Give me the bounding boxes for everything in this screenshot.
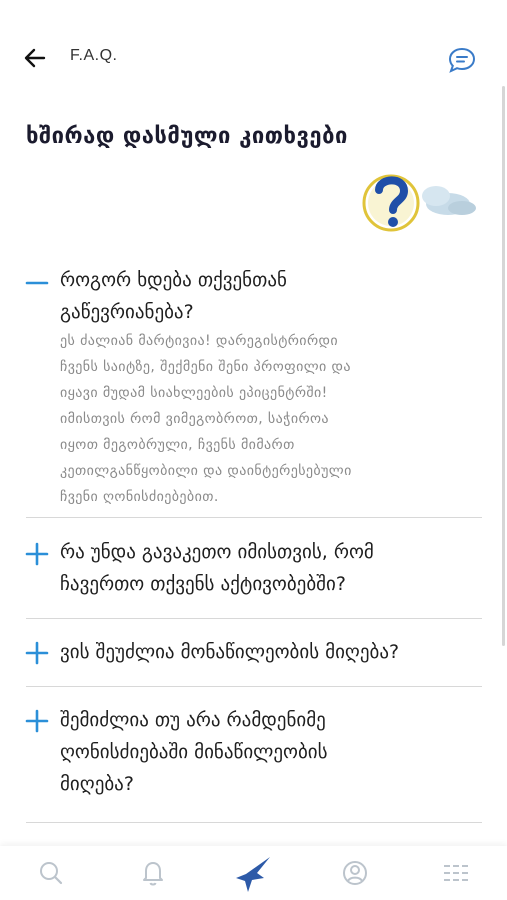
header-title: F.A.Q. xyxy=(70,47,118,64)
faq-answer-line: ჩვენს საიტზე, შექმენი შენი პროფილი და xyxy=(60,359,351,375)
profile-icon xyxy=(343,861,367,885)
back-button[interactable] xyxy=(22,44,50,72)
app-header: F.A.Q. xyxy=(0,0,507,110)
faq-answer-line: იმისთვის რომ ვიმეგობროთ, საჭიროა xyxy=(60,411,329,427)
plus-icon xyxy=(25,641,49,665)
faq-question-line: ვის შეუძლია მონაწილეობის მიღება? xyxy=(60,641,400,663)
plus-icon xyxy=(25,709,49,733)
shooting-star-icon xyxy=(236,857,270,892)
faq-question-line: ღონისძიებაში მინაწილეობის xyxy=(60,741,328,763)
faq-question[interactable]: ვის შეუძლია მონაწილეობის მიღება? xyxy=(60,636,500,668)
faq-question[interactable]: რა უნდა გავაკეთო იმისთვის, რომ ჩავერთო თ… xyxy=(60,536,500,600)
faq-question-line: შემიძლია თუ არა რამდენიმე xyxy=(60,709,326,731)
faq-item: შემიძლია თუ არა რამდენიმე ღონისძიებაში მ… xyxy=(0,704,507,814)
faq-question[interactable]: შემიძლია თუ არა რამდენიმე ღონისძიებაში მ… xyxy=(60,704,500,800)
minus-icon xyxy=(25,281,49,285)
faq-answer-line: ჩვენი ღონისძიებებით. xyxy=(60,489,219,505)
tab-profile[interactable] xyxy=(338,856,372,890)
question-mark-illustration xyxy=(352,160,482,240)
faq-item: როგორ ხდება თქვენთან გაწევრიანება? ეს ძა… xyxy=(0,262,507,512)
faq-item: ვის შეუძლია მონაწილეობის მიღება? xyxy=(0,636,507,676)
divider xyxy=(26,618,482,619)
divider xyxy=(26,517,482,518)
page-title: ხშირად დასმული კითხვები xyxy=(26,124,348,149)
divider xyxy=(26,822,482,823)
search-icon xyxy=(40,862,63,885)
faq-answer-line: იყავი მუდამ სიახლეების ეპიცენტრში! xyxy=(60,385,328,401)
faq-question-line: ჩავერთო თქვენს აქტივობებში? xyxy=(60,573,346,595)
chat-button[interactable] xyxy=(447,46,477,74)
faq-question-line: რა უნდა გავაკეთო იმისთვის, რომ xyxy=(60,541,374,563)
chat-bubble-icon xyxy=(448,47,476,73)
tab-notifications[interactable] xyxy=(136,856,170,890)
faq-question[interactable]: როგორ ხდება თქვენთან გაწევრიანება? xyxy=(60,264,500,328)
divider xyxy=(26,686,482,687)
menu-list-icon xyxy=(444,865,470,881)
faq-question-line: გაწევრიანება? xyxy=(60,301,194,323)
faq-question-line: მიღება? xyxy=(60,773,134,795)
faq-answer-line: ეს ძალიან მარტივია! დარეგისტრირდი xyxy=(60,333,338,349)
expand-button[interactable] xyxy=(24,541,50,567)
tab-home[interactable] xyxy=(234,854,274,894)
question-cloud-icon xyxy=(362,174,476,232)
collapse-button[interactable] xyxy=(24,270,50,296)
expand-button[interactable] xyxy=(24,708,50,734)
tab-search[interactable] xyxy=(34,856,68,890)
faq-answer: ეს ძალიან მარტივია! დარეგისტრირდი ჩვენს … xyxy=(60,328,460,510)
expand-button[interactable] xyxy=(24,640,50,666)
faq-question-line: როგორ ხდება თქვენთან xyxy=(60,269,287,291)
faq-answer-line: იყოთ მეგობრული, ჩვენს მიმართ xyxy=(60,437,295,453)
arrow-left-icon xyxy=(24,48,46,68)
bottom-tab-bar xyxy=(0,846,507,900)
bell-icon xyxy=(143,862,163,886)
plus-icon xyxy=(25,542,49,566)
faq-item: რა უნდა გავაკეთო იმისთვის, რომ ჩავერთო თ… xyxy=(0,534,507,614)
tab-menu[interactable] xyxy=(440,856,474,890)
faq-answer-line: კეთილგანწყობილი და დაინტერესებული xyxy=(60,463,352,479)
